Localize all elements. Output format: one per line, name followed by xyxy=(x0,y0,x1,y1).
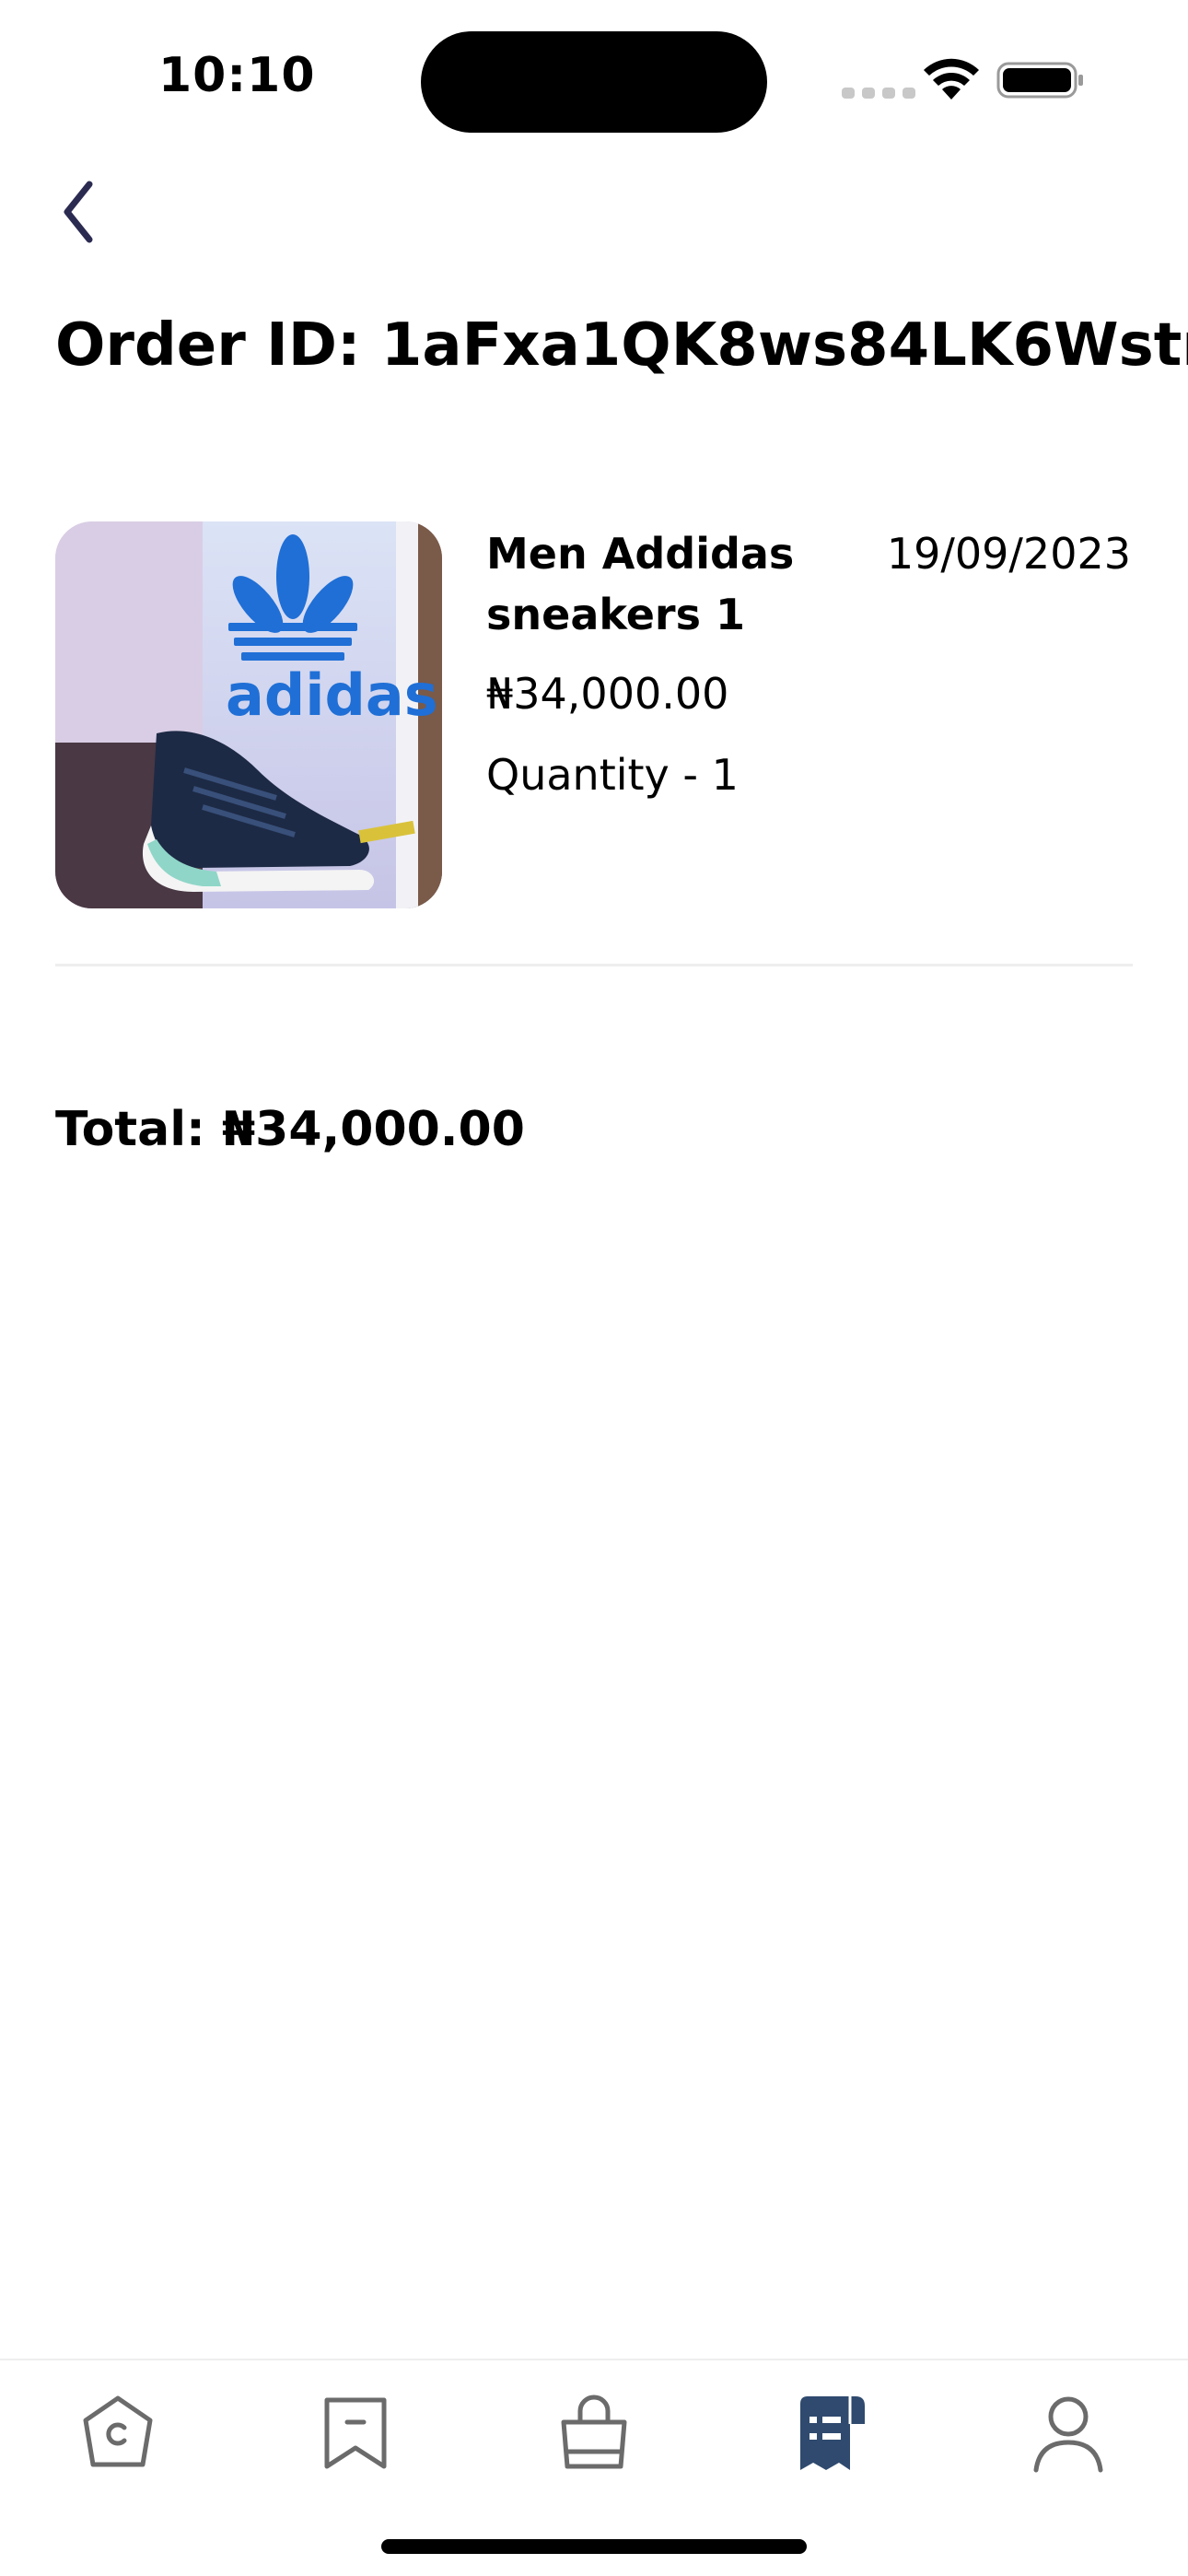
orders-receipt-icon xyxy=(800,2396,865,2470)
product-quantity: Quantity - 1 xyxy=(486,750,739,800)
product-image: adidas xyxy=(55,521,442,908)
home-icon xyxy=(83,2395,153,2467)
tab-cart[interactable] xyxy=(548,2386,640,2478)
battery-icon xyxy=(996,62,1083,99)
tab-profile[interactable] xyxy=(1022,2386,1114,2478)
svg-text:adidas: adidas xyxy=(226,662,438,729)
home-indicator[interactable] xyxy=(381,2539,807,2554)
wifi-icon xyxy=(924,58,979,100)
divider xyxy=(55,964,1133,966)
chevron-left-icon xyxy=(64,181,93,243)
profile-icon xyxy=(1033,2396,1103,2473)
page-title: Order ID: 1aFxa1QK8ws84LK6Wstr xyxy=(55,311,1188,380)
product-price: ₦34,000.00 xyxy=(486,669,729,719)
order-date: 19/09/2023 xyxy=(886,529,1131,579)
adidas-sneaker-photo: adidas xyxy=(55,521,442,908)
order-detail-screen: 10:10 Order ID: 1aFxa1QK8ws84LK6Wstr adi… xyxy=(0,0,1188,2576)
dynamic-island xyxy=(421,31,767,133)
product-name: Men Addidas sneakers 1 xyxy=(486,529,795,639)
tab-orders[interactable] xyxy=(785,2386,877,2478)
status-time: 10:10 xyxy=(158,48,316,103)
tab-home[interactable] xyxy=(72,2386,164,2478)
cellular-signal-icon xyxy=(842,88,915,99)
back-button[interactable] xyxy=(46,175,111,249)
tab-saved[interactable] xyxy=(309,2386,402,2478)
order-total: Total: ₦34,000.00 xyxy=(55,1102,525,1157)
bookmark-icon xyxy=(324,2397,387,2469)
shopping-bag-icon xyxy=(561,2395,627,2469)
